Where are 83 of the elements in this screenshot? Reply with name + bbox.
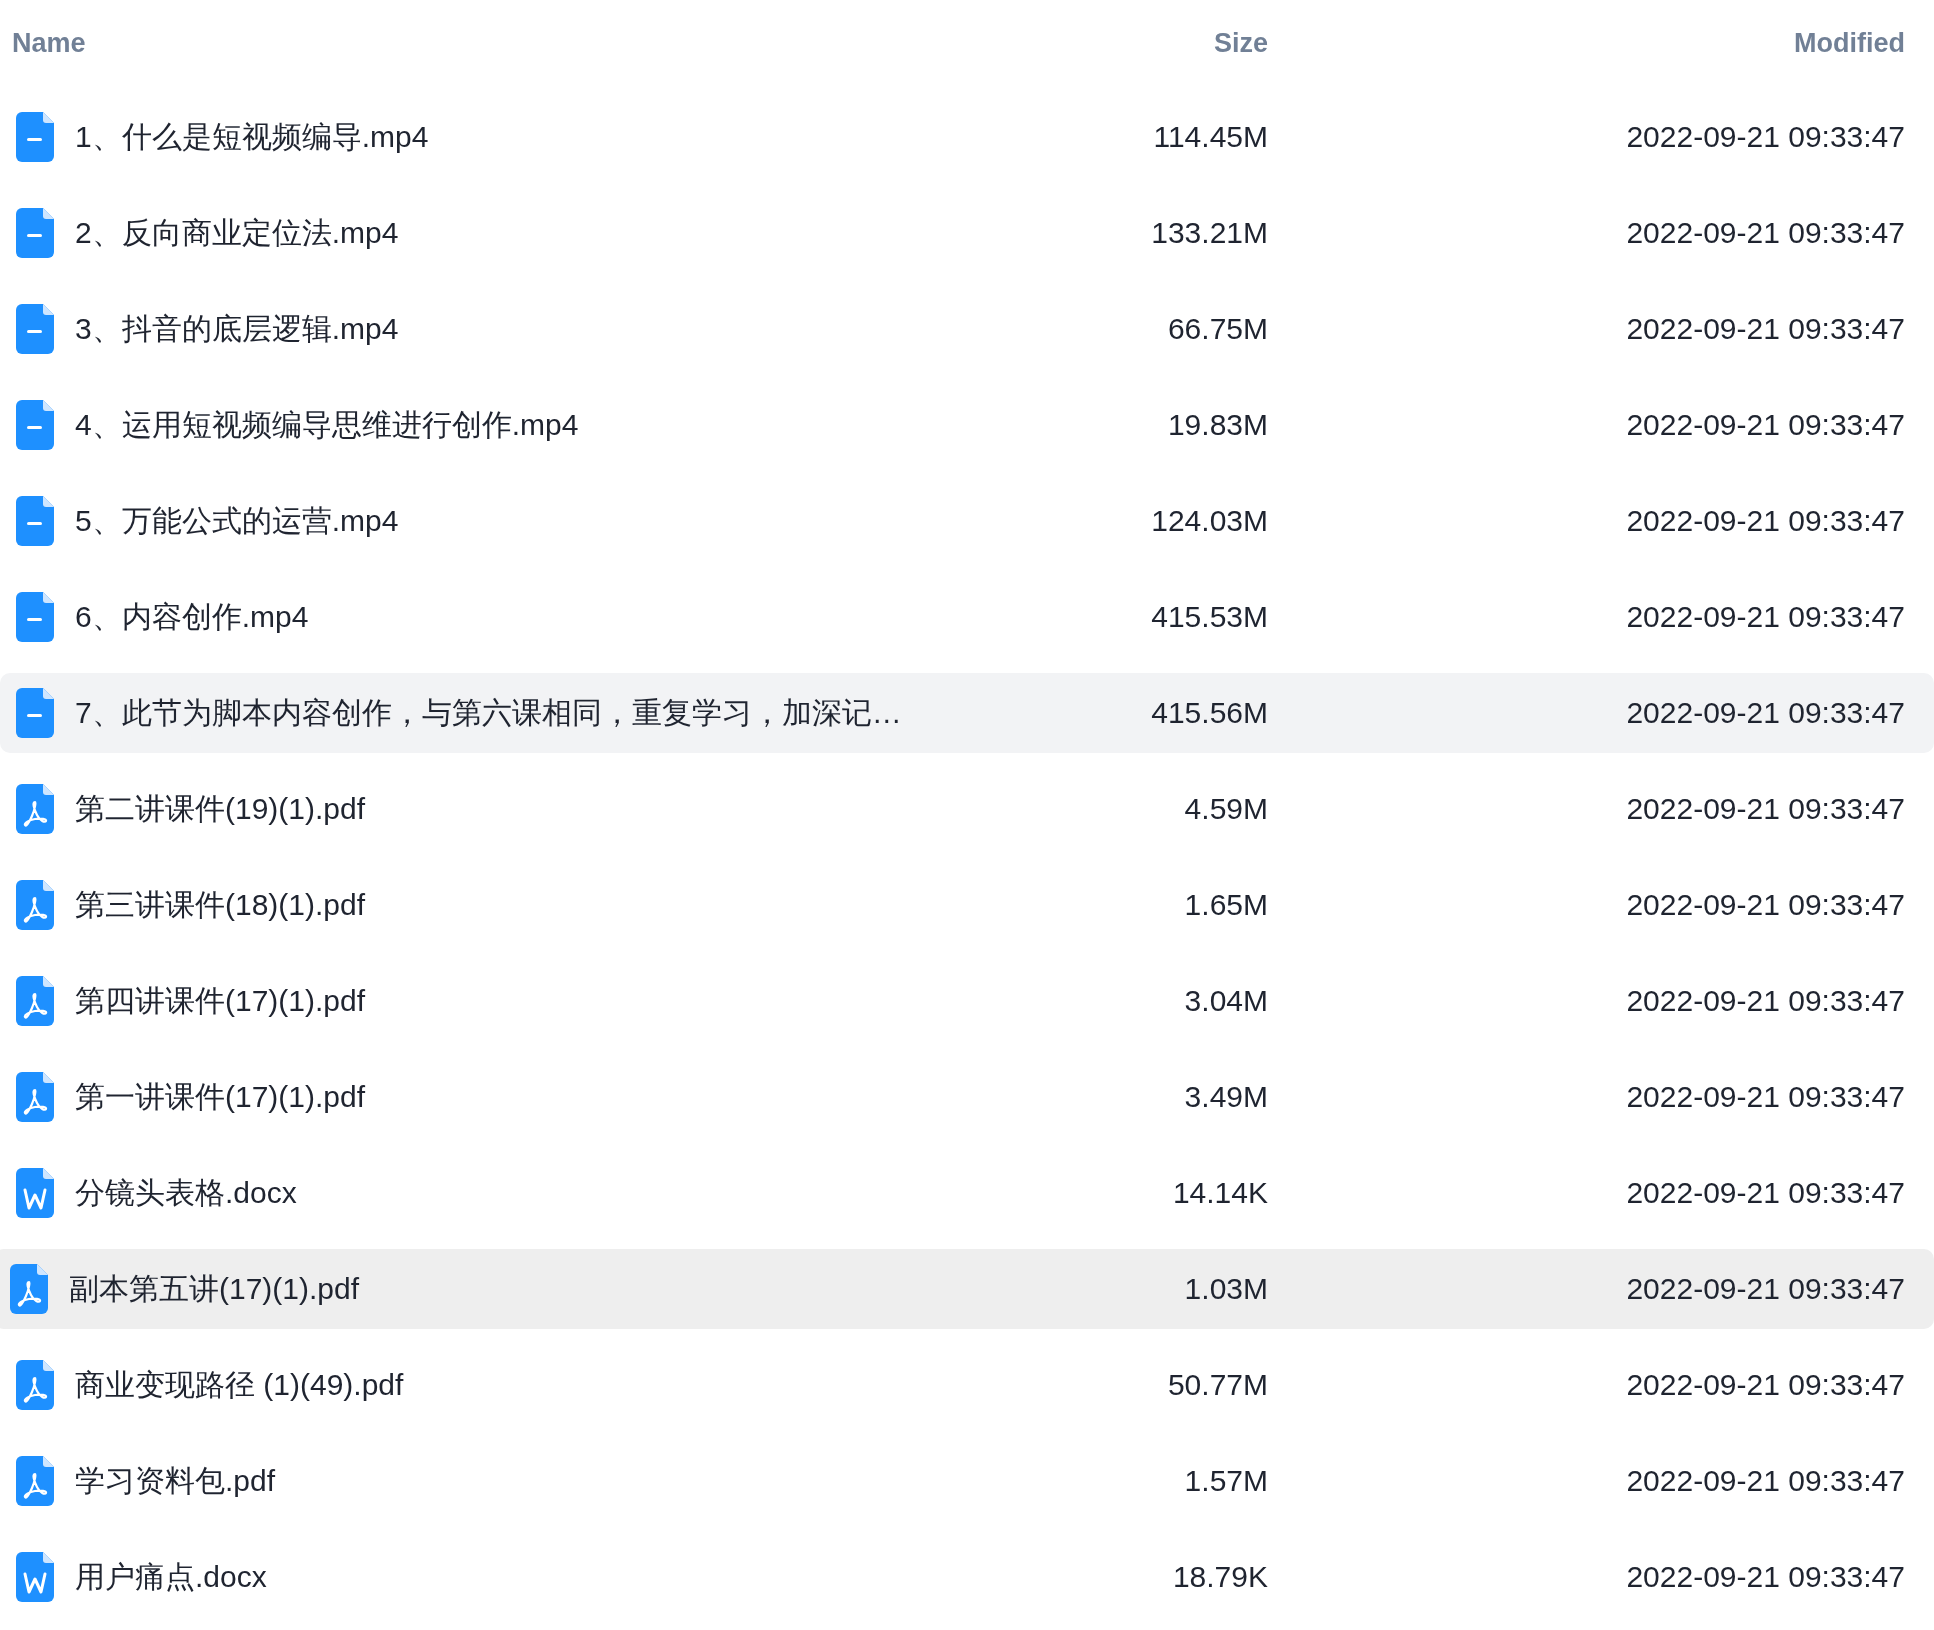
file-name: 学习资料包.pdf [75, 1462, 276, 1499]
file-name: 4、运用短视频编导思维进行创作.mp4 [75, 406, 579, 443]
pdf-file-icon [16, 1072, 54, 1122]
file-row[interactable]: 第一讲课件(17)(1).pdf 3.49M 2022-09-21 09:33:47 [0, 1057, 1934, 1137]
file-size: 50.77M [1166, 1368, 1268, 1402]
file-size: 415.56M [1150, 696, 1268, 730]
file-row[interactable]: 6、内容创作.mp4 415.53M 2022-09-21 09:33:47 [0, 577, 1934, 657]
modified-date: 2022-09-21 09:33:47 [1625, 1368, 1905, 1402]
video-file-icon [16, 208, 54, 258]
file-name: 2、反向商业定位法.mp4 [75, 214, 399, 251]
file-row[interactable]: 7、此节为脚本内容创作，与第六课相同，重复学习，加深记… 415.56M 2022-09-21 09:33:47 [0, 673, 1934, 753]
file-size: 1.65M [1183, 888, 1268, 922]
file-size: 66.75M [1166, 312, 1268, 346]
modified-date: 2022-09-21 09:33:47 [1625, 1272, 1905, 1306]
modified-date: 2022-09-21 09:33:47 [1625, 696, 1905, 730]
file-size: 19.83M [1166, 408, 1268, 442]
file-size: 14.14K [1171, 1176, 1268, 1210]
file-size: 415.53M [1150, 600, 1268, 634]
file-name: 分镜头表格.docx [75, 1174, 297, 1211]
column-header[interactable]: Name [12, 27, 1028, 59]
file-row[interactable]: 1、什么是短视频编导.mp4 114.45M 2022-09-21 09:33:47 [0, 97, 1934, 177]
file-row[interactable]: 第二讲课件(19)(1).pdf 4.59M 2022-09-21 09:33:47 [0, 769, 1934, 849]
word-file-icon [16, 1552, 54, 1602]
file-name: 第四讲课件(17)(1).pdf [75, 982, 366, 1019]
file-size: 3.04M [1183, 984, 1268, 1018]
file-row[interactable]: 用户痛点.docx 18.79K 2022-09-21 09:33:47 [0, 1537, 1934, 1617]
modified-date: 2022-09-21 09:33:47 [1625, 792, 1905, 826]
pdf-file-icon [16, 784, 54, 834]
modified-date: 2022-09-21 09:33:47 [1625, 504, 1905, 538]
video-file-icon [16, 304, 54, 354]
word-file-icon [16, 1168, 54, 1218]
file-name: 第一讲课件(17)(1).pdf [75, 1078, 366, 1115]
file-size: 124.03M [1150, 504, 1268, 538]
video-file-icon [16, 592, 54, 642]
file-name: 用户痛点.docx [75, 1558, 267, 1595]
pdf-file-icon [16, 1456, 54, 1506]
pdf-file-icon [16, 1360, 54, 1410]
file-row[interactable]: 学习资料包.pdf 1.57M 2022-09-21 09:33:47 [0, 1441, 1934, 1521]
file-name: 第三讲课件(18)(1).pdf [75, 886, 366, 923]
file-size: 18.79K [1171, 1560, 1268, 1594]
file-row[interactable]: 第三讲课件(18)(1).pdf 1.65M 2022-09-21 09:33:47 [0, 865, 1934, 945]
modified-date: 2022-09-21 09:33:47 [1625, 312, 1905, 346]
video-file-icon [16, 400, 54, 450]
file-name: 1、什么是短视频编导.mp4 [75, 118, 429, 155]
file-name: 5、万能公式的运营.mp4 [75, 502, 399, 539]
file-name: 副本第五讲(17)(1).pdf [69, 1270, 360, 1307]
file-name: 7、此节为脚本内容创作，与第六课相同，重复学习，加深记… [75, 694, 902, 731]
modified-date: 2022-09-21 09:33:47 [1625, 600, 1905, 634]
modified-date: 2022-09-21 09:33:47 [1625, 984, 1905, 1018]
pdf-file-icon [10, 1264, 48, 1314]
pdf-file-icon [16, 880, 54, 930]
file-name: 6、内容创作.mp4 [75, 598, 309, 635]
video-file-icon [16, 496, 54, 546]
file-row[interactable]: 4、运用短视频编导思维进行创作.mp4 19.83M 2022-09-21 09:33:47 [0, 385, 1934, 465]
file-row[interactable]: 3、抖音的底层逻辑.mp4 66.75M 2022-09-21 09:33:47 [0, 289, 1934, 369]
file-row[interactable]: 2、反向商业定位法.mp4 133.21M 2022-09-21 09:33:47 [0, 193, 1934, 273]
modified-date: 2022-09-21 09:33:47 [1625, 888, 1905, 922]
modified-date: 2022-09-21 09:33:47 [1625, 408, 1905, 442]
file-size: 1.57M [1183, 1464, 1268, 1498]
modified-date: 2022-09-21 09:33:47 [1625, 1176, 1905, 1210]
file-row[interactable]: 第四讲课件(17)(1).pdf 3.04M 2022-09-21 09:33:47 [0, 961, 1934, 1041]
file-size: 4.59M [1183, 792, 1268, 826]
file-size: 114.45M [1152, 120, 1268, 154]
pdf-file-icon [16, 976, 54, 1026]
file-row[interactable]: 商业变现路径 (1)(49).pdf 50.77M 2022-09-21 09:33:47 [0, 1345, 1934, 1425]
file-row[interactable]: 分镜头表格.docx 14.14K 2022-09-21 09:33:47 [0, 1153, 1934, 1233]
video-file-icon [16, 688, 54, 738]
file-size: 133.21M [1150, 216, 1268, 250]
file-size: 1.03M [1183, 1272, 1268, 1306]
file-name: 商业变现路径 (1)(49).pdf [75, 1366, 404, 1403]
file-row[interactable]: 副本第五讲(17)(1).pdf 1.03M 2022-09-21 09:33:47 [0, 1249, 1934, 1329]
file-size: 3.49M [1183, 1080, 1268, 1114]
modified-date: 2022-09-21 09:33:47 [1625, 216, 1905, 250]
file-name: 第二讲课件(19)(1).pdf [75, 790, 366, 827]
modified-date: 2022-09-21 09:33:47 [1625, 1080, 1905, 1114]
column-header[interactable]: Modified [1268, 27, 1905, 59]
modified-date: 2022-09-21 09:33:47 [1625, 1560, 1905, 1594]
video-file-icon [16, 112, 54, 162]
file-row[interactable]: 5、万能公式的运营.mp4 124.03M 2022-09-21 09:33:47 [0, 481, 1934, 561]
file-name: 3、抖音的底层逻辑.mp4 [75, 310, 399, 347]
modified-date: 2022-09-21 09:33:47 [1625, 1464, 1905, 1498]
column-header[interactable]: Size [1028, 27, 1268, 59]
modified-date: 2022-09-21 09:33:47 [1625, 120, 1905, 154]
